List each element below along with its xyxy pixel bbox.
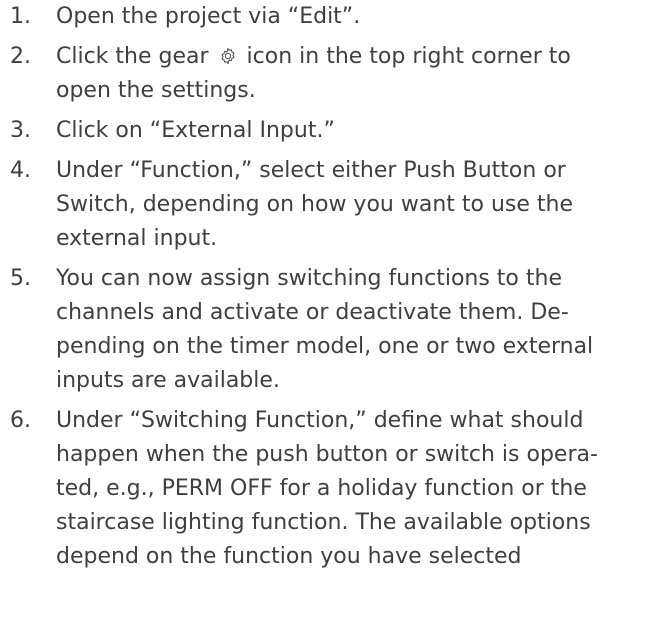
step-number: 6. bbox=[10, 408, 31, 433]
step-2: 2. Click the gear icon in the top right … bbox=[0, 40, 670, 108]
step-text-after-icon: icon in the top right corner to bbox=[246, 44, 571, 69]
steps-list: 1. Open the project via “Edit”. 2. Click… bbox=[0, 0, 670, 574]
step-number: 4. bbox=[10, 158, 31, 183]
step-text-line: You can now assign switching functions t… bbox=[56, 266, 562, 291]
step-text-line: Open the project via “Edit”. bbox=[56, 4, 361, 29]
step-text-line: Switch, depending on how you want to use… bbox=[56, 192, 573, 217]
step-text-line: depend on the function you have selected bbox=[56, 544, 522, 569]
step-5: 5. You can now assign switching function… bbox=[0, 262, 670, 398]
step-number: 3. bbox=[10, 118, 31, 143]
step-number: 2. bbox=[10, 44, 31, 69]
step-6: 6. Under “Switching Function,” define wh… bbox=[0, 404, 670, 574]
gear-icon bbox=[221, 47, 234, 65]
instruction-document: 1. Open the project via “Edit”. 2. Click… bbox=[0, 0, 670, 637]
step-4: 4. Under “Function,” select either Push … bbox=[0, 154, 670, 256]
step-text-line: staircase lighting function. The availab… bbox=[56, 510, 591, 535]
step-text-line: Click the gear icon in the top right cor… bbox=[56, 40, 670, 74]
step-text-line: happen when the push button or switch is… bbox=[56, 442, 598, 467]
step-text-line: external input. bbox=[56, 226, 218, 251]
step-text-line: channels and activate or deactivate them… bbox=[56, 300, 569, 325]
step-text-before-icon: Click the gear bbox=[56, 44, 209, 69]
step-text-line: Under “Function,” select either Push But… bbox=[56, 158, 566, 183]
step-text-line: ted, e.g., PERM OFF for a holiday functi… bbox=[56, 476, 587, 501]
step-text-line: pending on the timer model, one or two e… bbox=[56, 334, 594, 359]
step-text-line: Click on “External Input.” bbox=[56, 118, 335, 143]
step-text-line: Under “Switching Function,” define what … bbox=[56, 408, 584, 433]
step-number: 5. bbox=[10, 266, 31, 291]
step-3: 3. Click on “External Input.” bbox=[0, 114, 670, 148]
step-number: 1. bbox=[10, 4, 31, 29]
step-text-line: open the settings. bbox=[56, 78, 256, 103]
step-1: 1. Open the project via “Edit”. bbox=[0, 0, 670, 34]
step-text-line: inputs are available. bbox=[56, 368, 280, 393]
